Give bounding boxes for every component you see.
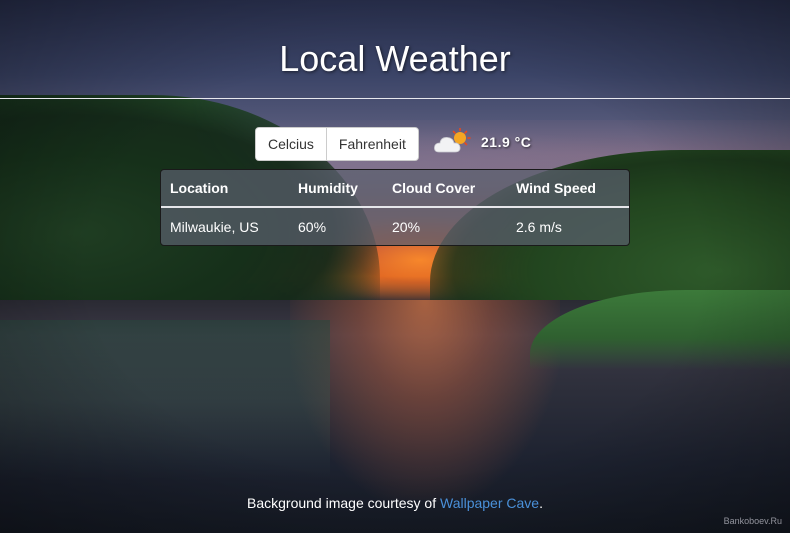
footer-text: Background image courtesy of [247, 495, 440, 511]
table-row: Milwaukie, US 60% 20% 2.6 m/s [161, 208, 629, 245]
weather-table: Location Humidity Cloud Cover Wind Speed… [160, 169, 630, 246]
footer-suffix: . [539, 495, 543, 511]
page-title: Local Weather [279, 38, 511, 79]
cloud-cover-cell: 20% [392, 218, 421, 235]
column-header-wind-speed: Wind Speed [507, 170, 629, 208]
column-header-humidity: Humidity [289, 170, 383, 208]
image-watermark: Bankoboev.Ru [723, 516, 782, 526]
location-cell: Milwaukie, US [170, 218, 259, 235]
wallpaper-cave-link[interactable]: Wallpaper Cave [440, 495, 539, 511]
wind-speed-cell: 2.6 m/s [516, 218, 562, 235]
header-divider [0, 98, 790, 99]
column-header-cloud-cover: Cloud Cover [383, 170, 507, 208]
humidity-cell: 60% [298, 218, 327, 235]
current-temperature: 21.9 °C [481, 134, 532, 150]
column-header-location: Location [161, 170, 289, 208]
table-header-row: Location Humidity Cloud Cover Wind Speed [161, 170, 629, 208]
unit-toggle: Celcius Fahrenheit [255, 127, 419, 161]
sun-icon [452, 128, 471, 146]
fahrenheit-button[interactable]: Fahrenheit [325, 128, 418, 160]
celsius-button[interactable]: Celcius [256, 128, 326, 160]
footer-credit: Background image courtesy of Wallpaper C… [0, 495, 790, 511]
partly-cloudy-icon [434, 128, 471, 153]
